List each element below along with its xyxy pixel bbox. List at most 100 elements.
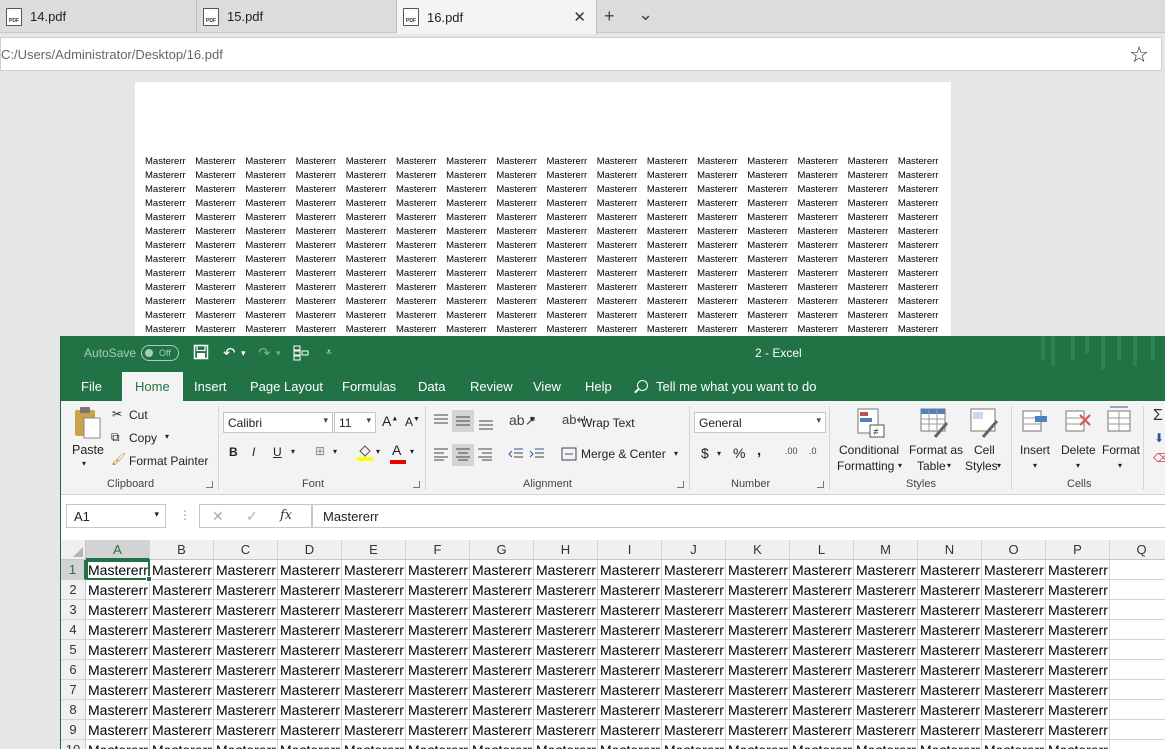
cell-d1[interactable]: Mastererr: [278, 560, 342, 580]
cell-h2[interactable]: Mastererr: [534, 580, 598, 600]
cell-o1[interactable]: Mastererr: [982, 560, 1046, 580]
alignment-launcher-icon[interactable]: [677, 481, 684, 488]
merge-dropdown-icon[interactable]: ▾: [674, 449, 678, 458]
cell-n5[interactable]: Mastererr: [918, 640, 982, 660]
cell-h5[interactable]: Mastererr: [534, 640, 598, 660]
paste-icon[interactable]: [73, 406, 103, 443]
address-bar[interactable]: C:/Users/Administrator/Desktop/16.pdf ☆: [0, 37, 1162, 71]
cell-b8[interactable]: Mastererr: [150, 700, 214, 720]
cell-o2[interactable]: Mastererr: [982, 580, 1046, 600]
underline-button[interactable]: U: [273, 445, 282, 459]
formula-input[interactable]: Mastererr: [312, 504, 1165, 528]
cell-n9[interactable]: Mastererr: [918, 720, 982, 740]
borders-icon[interactable]: ⊞: [315, 444, 325, 458]
cell-d10[interactable]: Mastererr: [278, 740, 342, 749]
cell-m4[interactable]: Mastererr: [854, 620, 918, 640]
conditional-formatting-icon[interactable]: ≠: [856, 407, 888, 442]
cell-p8[interactable]: Mastererr: [1046, 700, 1110, 720]
cell-q10[interactable]: [1110, 740, 1165, 749]
tab-help[interactable]: Help: [585, 379, 612, 394]
insert-cells-icon[interactable]: [1021, 407, 1051, 440]
cell-o4[interactable]: Mastererr: [982, 620, 1046, 640]
select-all-button[interactable]: [61, 540, 86, 560]
cell-f10[interactable]: Mastererr: [406, 740, 470, 749]
address-url[interactable]: C:/Users/Administrator/Desktop/16.pdf: [1, 47, 223, 62]
cell-c2[interactable]: Mastererr: [214, 580, 278, 600]
cell-e10[interactable]: Mastererr: [342, 740, 406, 749]
cell-d9[interactable]: Mastererr: [278, 720, 342, 740]
number-format-select[interactable]: General ▾: [694, 412, 826, 433]
decrease-decimal-button[interactable]: .0: [809, 446, 817, 456]
cell-f7[interactable]: Mastererr: [406, 680, 470, 700]
tab-formulas[interactable]: Formulas: [342, 379, 396, 394]
cell-e1[interactable]: Mastererr: [342, 560, 406, 580]
row-header-4[interactable]: 4: [61, 620, 86, 640]
copy-icon[interactable]: ⧉: [111, 430, 120, 445]
cell-k9[interactable]: Mastererr: [726, 720, 790, 740]
cell-j1[interactable]: Mastererr: [662, 560, 726, 580]
cell-g8[interactable]: Mastererr: [470, 700, 534, 720]
cell-d6[interactable]: Mastererr: [278, 660, 342, 680]
cell-p7[interactable]: Mastererr: [1046, 680, 1110, 700]
cell-k10[interactable]: Mastererr: [726, 740, 790, 749]
cell-p9[interactable]: Mastererr: [1046, 720, 1110, 740]
cell-f2[interactable]: Mastererr: [406, 580, 470, 600]
cell-a5[interactable]: Mastererr: [86, 640, 150, 660]
format-painter-icon[interactable]: 🖌: [111, 452, 126, 466]
column-header-f[interactable]: F: [406, 540, 470, 560]
cell-m8[interactable]: Mastererr: [854, 700, 918, 720]
cell-p5[interactable]: Mastererr: [1046, 640, 1110, 660]
cell-styles-icon[interactable]: [969, 407, 1001, 442]
cell-k7[interactable]: Mastererr: [726, 680, 790, 700]
cell-b10[interactable]: Mastererr: [150, 740, 214, 749]
cell-a1[interactable]: Mastererr: [86, 560, 150, 580]
cell-m1[interactable]: Mastererr: [854, 560, 918, 580]
format-table-dropdown-icon[interactable]: ▾: [947, 461, 951, 470]
cell-l7[interactable]: Mastererr: [790, 680, 854, 700]
redo-dropdown-icon[interactable]: ▾: [276, 348, 281, 359]
column-header-g[interactable]: G: [470, 540, 534, 560]
cell-q5[interactable]: [1110, 640, 1165, 660]
autosave-toggle[interactable]: Off: [141, 345, 179, 361]
cell-m7[interactable]: Mastererr: [854, 680, 918, 700]
cell-l9[interactable]: Mastererr: [790, 720, 854, 740]
cell-e9[interactable]: Mastererr: [342, 720, 406, 740]
cell-q6[interactable]: [1110, 660, 1165, 680]
cell-p4[interactable]: Mastererr: [1046, 620, 1110, 640]
row-header-9[interactable]: 9: [61, 720, 86, 740]
cell-i5[interactable]: Mastererr: [598, 640, 662, 660]
cell-f1[interactable]: Mastererr: [406, 560, 470, 580]
percent-button[interactable]: %: [733, 445, 745, 461]
currency-dropdown-icon[interactable]: ▾: [717, 449, 721, 458]
cell-c6[interactable]: Mastererr: [214, 660, 278, 680]
cell-p1[interactable]: Mastererr: [1046, 560, 1110, 580]
underline-dropdown-icon[interactable]: ▾: [291, 447, 295, 456]
customize-qat-icon[interactable]: [293, 345, 309, 365]
insert-dropdown-icon[interactable]: ▾: [1033, 461, 1037, 470]
browser-tab-16[interactable]: PDF 16.pdf ✕: [397, 0, 597, 34]
cell-b9[interactable]: Mastererr: [150, 720, 214, 740]
cell-e8[interactable]: Mastererr: [342, 700, 406, 720]
qat-more-icon[interactable]: ⩡: [326, 347, 332, 358]
number-launcher-icon[interactable]: [817, 481, 824, 488]
conditional-formatting-button[interactable]: Conditional: [839, 443, 899, 457]
cell-d5[interactable]: Mastererr: [278, 640, 342, 660]
cell-j5[interactable]: Mastererr: [662, 640, 726, 660]
cell-c3[interactable]: Mastererr: [214, 600, 278, 620]
align-middle-icon[interactable]: [455, 414, 471, 431]
cell-e5[interactable]: Mastererr: [342, 640, 406, 660]
cell-m10[interactable]: Mastererr: [854, 740, 918, 749]
cell-f6[interactable]: Mastererr: [406, 660, 470, 680]
cell-o3[interactable]: Mastererr: [982, 600, 1046, 620]
merge-center-button[interactable]: Merge & Center: [581, 447, 666, 461]
paste-button[interactable]: Paste: [72, 443, 104, 457]
tell-me-search[interactable]: Tell me what you want to do: [637, 379, 816, 394]
cell-c9[interactable]: Mastererr: [214, 720, 278, 740]
format-cells-button[interactable]: Format: [1102, 443, 1140, 457]
format-painter-button[interactable]: Format Painter: [129, 454, 208, 468]
row-header-5[interactable]: 5: [61, 640, 86, 660]
chevron-down-icon[interactable]: ⌄: [638, 4, 653, 25]
autosum-icon[interactable]: Σ: [1153, 407, 1163, 425]
cell-i1[interactable]: Mastererr: [598, 560, 662, 580]
cell-i7[interactable]: Mastererr: [598, 680, 662, 700]
